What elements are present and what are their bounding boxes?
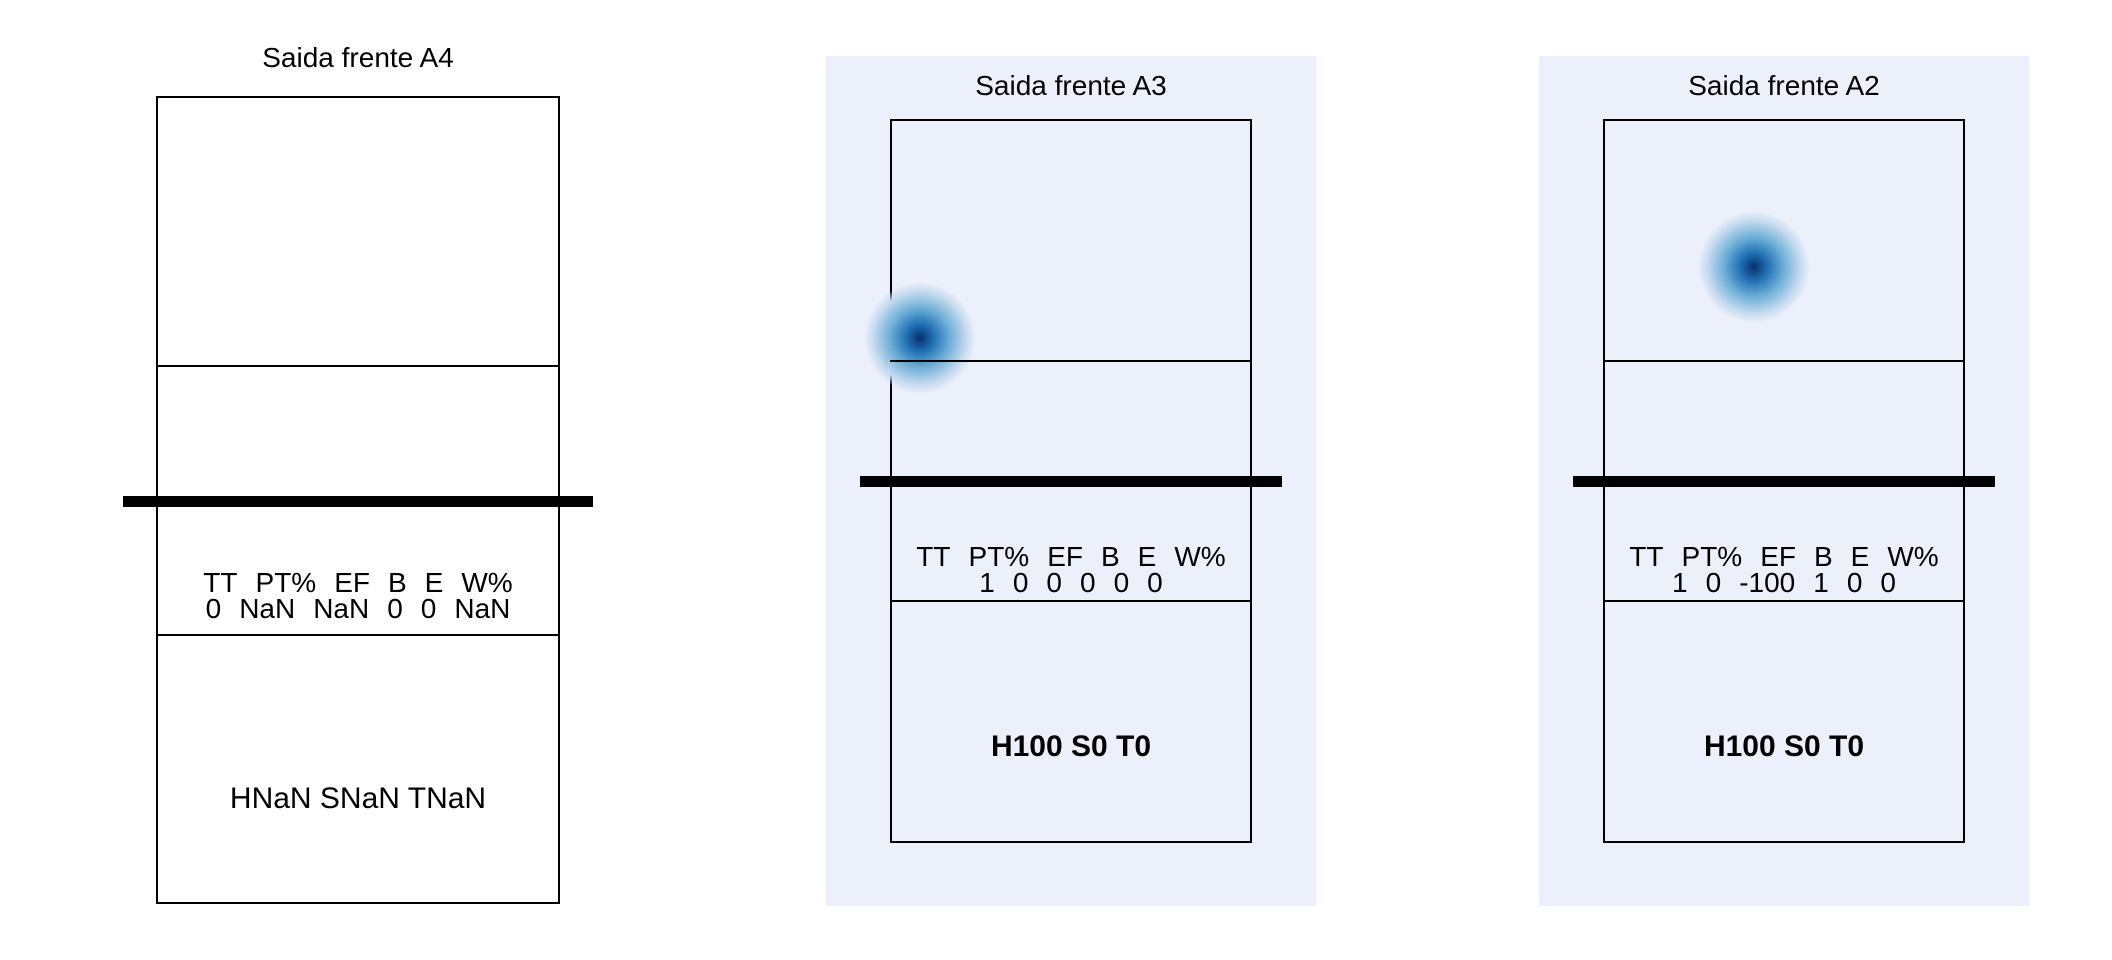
net-line xyxy=(1573,476,1995,487)
attack-line-bottom xyxy=(1603,600,1965,602)
panel-a2: Saida frente A2 TT PT% EF B E W% 1 0 -10… xyxy=(0,0,2112,960)
stat-header-tt: TT xyxy=(1629,541,1664,572)
panel-title: Saida frente A2 xyxy=(1688,70,1880,101)
stat-value-tt: 1 xyxy=(1672,567,1688,598)
stat-value-e: 0 xyxy=(1846,567,1863,598)
stat-value-pt: 0 xyxy=(1705,567,1722,598)
summary-text: H100 S0 T0 xyxy=(1703,730,1865,763)
stat-value-w: 0 xyxy=(1880,567,1896,598)
attack-line-top xyxy=(1603,360,1965,362)
stats-values: 1 0 -100 1 0 0 xyxy=(1603,567,1965,598)
stat-value-b: 1 xyxy=(1813,567,1829,598)
stats-table: TT PT% EF B E W% 1 0 -100 1 0 0 xyxy=(1603,541,1965,598)
stat-value-ef: -100 xyxy=(1739,567,1796,598)
